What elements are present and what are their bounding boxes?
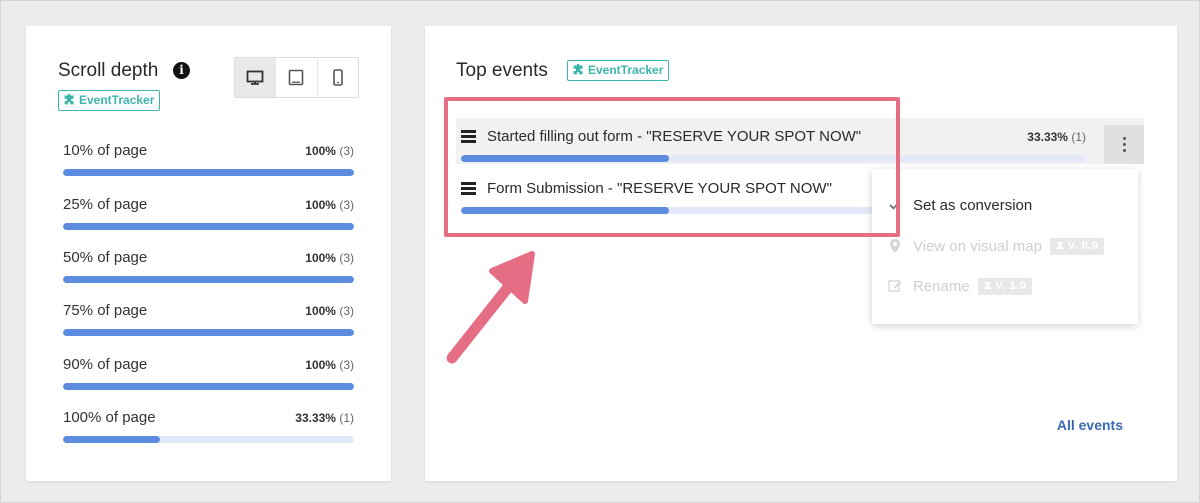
more-options-button[interactable] <box>1104 125 1144 164</box>
scroll-depth-percent: 100% <box>305 198 336 212</box>
scroll-depth-count: (3) <box>339 144 354 158</box>
scroll-depth-bar-fill <box>63 223 354 230</box>
desktop-icon <box>246 70 264 85</box>
scroll-depth-percent: 100% <box>305 304 336 318</box>
scroll-depth-label: 10% of page <box>63 142 148 159</box>
mobile-device-button[interactable] <box>318 58 358 97</box>
menu-item-label: View on visual map <box>913 237 1042 255</box>
tablet-device-button[interactable] <box>276 58 318 97</box>
scroll-depth-percent: 33.33% <box>295 411 336 425</box>
scroll-depth-value: 100% (3) <box>305 304 354 318</box>
scroll-depth-bar-fill <box>63 329 354 336</box>
badge-label: EventTracker <box>79 93 155 107</box>
scroll-depth-row: 25% of page 100% (3) <box>63 196 354 236</box>
mobile-icon <box>333 69 343 86</box>
event-progress-fill <box>461 207 670 214</box>
edit-icon <box>888 279 902 293</box>
scroll-depth-value: 100% (3) <box>305 358 354 372</box>
badge-label: EventTracker <box>588 63 664 77</box>
menu-item-set-conversion[interactable]: Set as conversion <box>888 193 1032 217</box>
kebab-dot <box>1122 149 1126 152</box>
device-switcher <box>234 57 359 98</box>
scroll-depth-bar <box>63 276 354 283</box>
scroll-depth-value: 100% (3) <box>305 251 354 265</box>
version-badge: ⧗ V. 1.0 <box>977 277 1033 295</box>
all-events-link[interactable]: All events <box>1057 417 1123 433</box>
scroll-depth-bar <box>63 329 354 336</box>
scroll-depth-bar-fill <box>63 436 160 443</box>
event-row[interactable]: Started filling out form - "RESERVE YOUR… <box>456 118 1144 164</box>
map-pin-icon <box>888 239 902 253</box>
version-label: V. 0.9 <box>1067 239 1099 252</box>
scroll-depth-count: (3) <box>339 304 354 318</box>
scroll-depth-row: 90% of page 100% (3) <box>63 356 354 396</box>
kebab-dot <box>1122 143 1126 146</box>
scroll-depth-row: 75% of page 100% (3) <box>63 302 354 342</box>
scroll-depth-count: (3) <box>339 251 354 265</box>
scroll-depth-value: 33.33% (1) <box>295 411 354 425</box>
scroll-depth-bar <box>63 436 354 443</box>
event-progress-bar <box>461 155 1086 162</box>
scroll-depth-card: Scroll depth i EventTracker 10% of page 1… <box>26 26 391 481</box>
eventtracker-badge: EventTracker <box>567 60 670 81</box>
scroll-depth-bar-fill <box>63 169 354 176</box>
menu-item-label: Rename <box>913 277 970 295</box>
puzzle-icon <box>64 93 74 105</box>
scroll-depth-bar-fill <box>63 383 354 390</box>
list-icon <box>461 130 476 143</box>
scroll-depth-label: 90% of page <box>63 356 148 373</box>
desktop-device-button[interactable] <box>235 58 277 97</box>
list-icon <box>461 182 476 195</box>
event-progress-fill <box>461 155 670 162</box>
scroll-depth-label: 50% of page <box>63 249 148 266</box>
tablet-icon <box>289 69 304 86</box>
scroll-depth-count: (3) <box>339 358 354 372</box>
kebab-dot <box>1122 137 1126 140</box>
scroll-depth-bar <box>63 223 354 230</box>
scroll-depth-row: 50% of page 100% (3) <box>63 249 354 289</box>
event-value: 33.33% (1) <box>1027 130 1086 144</box>
scroll-depth-count: (3) <box>339 198 354 212</box>
check-icon <box>888 200 902 210</box>
scroll-depth-row: 100% of page 33.33% (1) <box>63 409 354 449</box>
event-options-menu: Set as conversion View on visual map ⧗ V… <box>872 169 1138 324</box>
puzzle-icon <box>573 63 583 75</box>
scroll-depth-percent: 100% <box>305 144 336 158</box>
annotation-arrow-icon <box>446 251 535 364</box>
scroll-depth-label: 100% of page <box>63 409 156 426</box>
menu-item-view-visual-map[interactable]: View on visual map ⧗ V. 0.9 <box>888 234 1105 258</box>
top-events-title: Top events <box>456 60 548 81</box>
menu-item-rename[interactable]: Rename ⧗ V. 1.0 <box>888 274 1033 298</box>
scroll-depth-label: 25% of page <box>63 196 148 213</box>
scroll-depth-row: 10% of page 100% (3) <box>63 142 354 182</box>
event-label: Started filling out form - "RESERVE YOUR… <box>487 128 862 145</box>
event-label: Form Submission - "RESERVE YOUR SPOT NOW… <box>487 180 832 197</box>
scroll-depth-bar <box>63 383 354 390</box>
scroll-depth-label: 75% of page <box>63 302 148 319</box>
scroll-depth-value: 100% (3) <box>305 198 354 212</box>
scroll-depth-bar <box>63 169 354 176</box>
scroll-depth-bar-fill <box>63 276 354 283</box>
scroll-depth-percent: 100% <box>305 251 336 265</box>
info-icon[interactable]: i <box>173 62 190 79</box>
menu-item-label: Set as conversion <box>913 196 1033 214</box>
version-label: V. 1.0 <box>995 279 1027 292</box>
scroll-depth-percent: 100% <box>305 358 336 372</box>
event-count: (1) <box>1071 130 1086 144</box>
event-percent: 33.33% <box>1027 130 1068 144</box>
scroll-depth-value: 100% (3) <box>305 144 354 158</box>
scroll-depth-title: Scroll depth <box>58 60 159 81</box>
version-badge: ⧗ V. 0.9 <box>1049 237 1105 255</box>
eventtracker-badge: EventTracker <box>58 90 161 111</box>
scroll-depth-count: (1) <box>339 411 354 425</box>
